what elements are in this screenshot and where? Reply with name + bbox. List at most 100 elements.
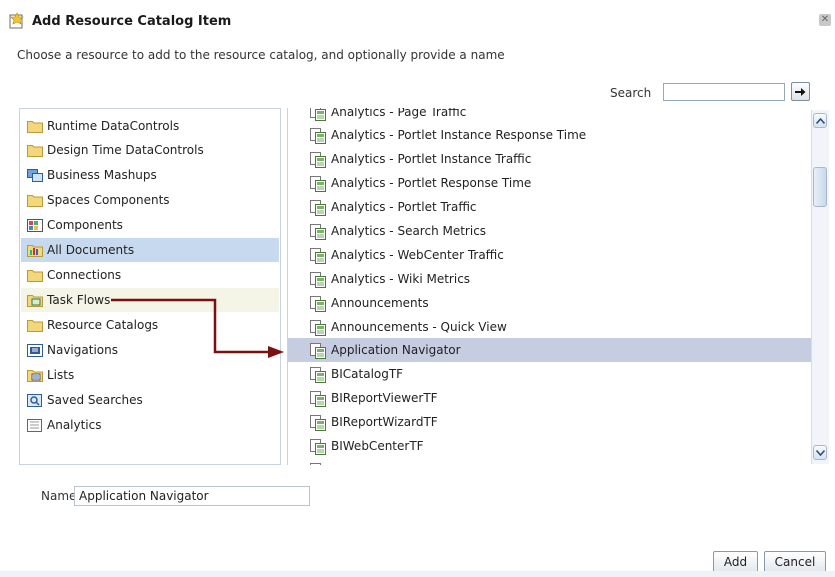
taskflow-resource-icon [310, 272, 326, 288]
name-label: Name [41, 489, 77, 503]
taskflow-resource-icon [310, 391, 326, 407]
close-icon[interactable]: ✕ [819, 14, 831, 26]
category-item-runtime-datacontrols[interactable]: Runtime DataControls [21, 114, 279, 138]
category-item-all-documents[interactable]: All Documents [21, 238, 279, 262]
dialog-titlebar: Add Resource Catalog Item [8, 10, 231, 32]
resource-item[interactable]: Analytics - WebCenter Traffic [288, 243, 811, 267]
category-label: Runtime DataControls [47, 119, 180, 133]
category-item-spaces-components[interactable]: Spaces Components [21, 188, 279, 212]
taskflow-resource-icon [310, 176, 326, 192]
category-label: Lists [47, 368, 75, 382]
taskflow-resource-icon [310, 152, 326, 168]
resource-label: Analytics - Search Metrics [331, 224, 487, 238]
resource-item[interactable]: Analytics - Portlet Response Time [288, 171, 811, 195]
scroll-thumb[interactable] [813, 167, 827, 207]
search-input[interactable] [663, 83, 785, 101]
category-item-design-time-datacontrols[interactable]: Design Time DataControls [21, 138, 279, 162]
list-icon [27, 368, 43, 382]
category-label: Saved Searches [47, 393, 143, 407]
resource-list: Analytics - Page Traffic Analytics - Por… [287, 108, 824, 465]
resource-item[interactable] [288, 458, 811, 465]
category-item-analytics[interactable]: Analytics [21, 413, 279, 437]
resource-label: BIReportViewerTF [331, 391, 438, 405]
resource-label: BICatalogTF [331, 367, 404, 381]
arrow-right-icon [795, 87, 806, 96]
resource-label: BIReportWizardTF [331, 415, 438, 429]
category-label: Spaces Components [47, 193, 170, 207]
taskflow-resource-icon [310, 108, 326, 121]
resource-list-scrollbar[interactable] [811, 110, 829, 464]
folder-icon [27, 268, 43, 282]
taskflow-resource-icon [310, 248, 326, 264]
search-go-button[interactable] [791, 82, 810, 101]
taskflow-resource-icon [310, 296, 326, 312]
name-input[interactable] [74, 486, 310, 506]
resource-label: Analytics - Page Traffic [331, 108, 467, 119]
resource-label: BIWebCenterTF [331, 439, 424, 453]
category-label: All Documents [47, 243, 135, 257]
resource-item[interactable]: Analytics - Wiki Metrics [288, 267, 811, 291]
category-item-business-mashups[interactable]: Business Mashups [21, 163, 279, 187]
category-label: Analytics [47, 418, 102, 432]
category-label: Connections [47, 268, 122, 282]
scroll-up-button[interactable] [813, 113, 827, 128]
resource-label: Application Navigator [331, 343, 461, 357]
category-list: Runtime DataControls Design Time DataCon… [19, 108, 281, 465]
resource-label: Analytics - Portlet Instance Response Ti… [331, 128, 587, 142]
taskflow-resource-icon [310, 439, 326, 455]
category-label: Components [47, 218, 123, 232]
documents-icon [27, 243, 43, 257]
dialog-title: Add Resource Catalog Item [32, 13, 232, 29]
saved-search-icon [27, 393, 43, 407]
taskflow-resource-icon [310, 224, 326, 240]
resource-label: Analytics - Portlet Response Time [331, 176, 532, 190]
scroll-down-button[interactable] [813, 445, 827, 460]
taskflow-resource-icon [310, 367, 326, 383]
resource-item[interactable]: Analytics - Portlet Instance Traffic [288, 147, 811, 171]
chevron-up-icon [815, 117, 825, 124]
category-item-resource-catalogs[interactable]: Resource Catalogs [21, 313, 279, 337]
resource-label: Analytics - Portlet Instance Traffic [331, 152, 532, 166]
folder-icon [27, 143, 43, 157]
category-item-task-flows[interactable]: Task Flows [21, 288, 279, 312]
resource-item[interactable]: Analytics - Portlet Instance Response Ti… [288, 123, 811, 147]
resource-item[interactable]: BIReportWizardTF [288, 410, 811, 434]
taskflow-resource-icon [310, 200, 326, 216]
navigation-icon [27, 343, 43, 357]
category-label: Task Flows [47, 293, 111, 307]
taskflow-icon [27, 293, 43, 307]
folder-icon [27, 119, 43, 133]
resource-item[interactable]: Announcements [288, 291, 811, 315]
catalog-item-icon [8, 12, 26, 30]
category-item-navigations[interactable]: Navigations [21, 338, 279, 362]
resource-item[interactable]: BIReportViewerTF [288, 386, 811, 410]
resource-item[interactable]: BICatalogTF [288, 362, 811, 386]
taskflow-resource-icon [310, 415, 326, 431]
resource-label: Announcements [331, 296, 429, 310]
resource-item[interactable]: Analytics - Portlet Traffic [288, 195, 811, 219]
category-item-saved-searches[interactable]: Saved Searches [21, 388, 279, 412]
category-label: Resource Catalogs [47, 318, 159, 332]
category-label: Design Time DataControls [47, 143, 204, 157]
analytics-icon [27, 418, 43, 432]
cancel-button[interactable]: Cancel [764, 551, 826, 573]
resource-item[interactable]: Analytics - Search Metrics [288, 219, 811, 243]
resource-item[interactable]: Analytics - Page Traffic [288, 108, 811, 124]
category-item-components[interactable]: Components [21, 213, 279, 237]
resource-label: Analytics - Wiki Metrics [331, 272, 471, 286]
resource-item-application-navigator[interactable]: Application Navigator [288, 338, 811, 362]
search-label: Search [610, 86, 652, 100]
resource-label: Analytics - Portlet Traffic [331, 200, 477, 214]
instructions-text: Choose a resource to add to the resource… [17, 48, 505, 62]
category-item-lists[interactable]: Lists [21, 363, 279, 387]
chevron-down-icon [815, 449, 825, 456]
taskflow-resource-icon [310, 320, 326, 336]
resource-label: Announcements - Quick View [331, 320, 507, 334]
dialog-bottom-edge [0, 571, 835, 577]
add-resource-catalog-item-dialog: Add Resource Catalog Item ✕ Choose a res… [0, 0, 835, 577]
add-button[interactable]: Add [713, 551, 758, 573]
components-icon [27, 218, 43, 232]
resource-item[interactable]: Announcements - Quick View [288, 315, 811, 339]
resource-item[interactable]: BIWebCenterTF [288, 434, 811, 458]
category-item-connections[interactable]: Connections [21, 263, 279, 287]
